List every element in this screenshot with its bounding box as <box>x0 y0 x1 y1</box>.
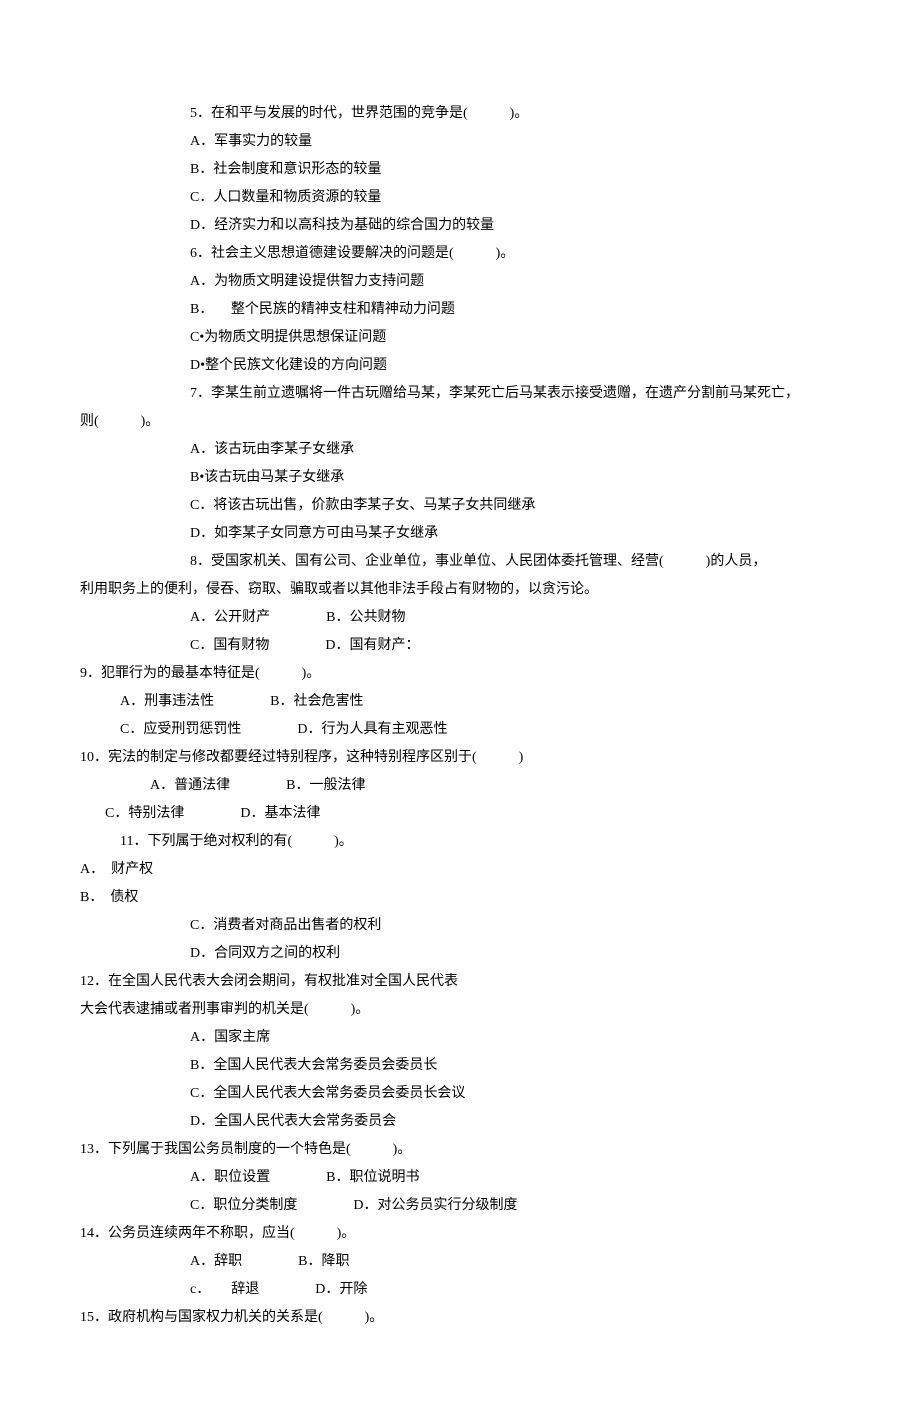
q14-stem: 14．公务员连续两年不称职，应当( )。 <box>80 1220 800 1248</box>
q12-option-c: C．全国人民代表大会常务委员会委员长会议 <box>80 1080 800 1108</box>
q10-options-cd: C．特别法律 D．基本法律 <box>80 800 800 828</box>
q7-option-a: A．该古玩由李某子女继承 <box>80 436 800 464</box>
q13-options-ab: A．职位设置 B．职位说明书 <box>80 1164 800 1192</box>
q12-option-b: B．全国人民代表大会常务委员会委员长 <box>80 1052 800 1080</box>
q11-option-a: A． 财产权 <box>80 856 800 884</box>
q11-option-d: D．合同双方之间的权利 <box>80 940 800 968</box>
q7-option-d: D．如李某子女同意方可由马某子女继承 <box>80 520 800 548</box>
q8-options-cd: C．国有财物 D．国有财产： <box>80 632 800 660</box>
q6-option-b: B． 整个民族的精神支柱和精神动力问题 <box>80 296 800 324</box>
q8-stem-line1: 8．受国家机关、国有公司、企业单位，事业单位、人民团体委托管理、经营( )的人员… <box>80 548 800 576</box>
q11-option-c: C．消费者对商品出售者的权利 <box>80 912 800 940</box>
q7-stem-line1: 7．李某生前立遗嘱将一件古玩赠给马某，李某死亡后马某表示接受遗赠，在遗产分割前马… <box>80 380 800 408</box>
q12-stem-line1: 12．在全国人民代表大会闭会期间，有权批准对全国人民代表 <box>80 968 800 996</box>
q13-options-cd: C．职位分类制度 D．对公务员实行分级制度 <box>80 1192 800 1220</box>
q9-options-cd: C．应受刑罚惩罚性 D．行为人具有主观恶性 <box>80 716 800 744</box>
q14-options-ab: A．辞职 B．降职 <box>80 1248 800 1276</box>
q5-option-b: B．社会制度和意识形态的较量 <box>80 156 800 184</box>
q8-stem-line2: 利用职务上的便利，侵吞、窃取、骗取或者以其他非法手段占有财物的，以贪污论。 <box>80 576 800 604</box>
q5-option-d: D．经济实力和以高科技为基础的综合国力的较量 <box>80 212 800 240</box>
q15-stem: 15．政府机构与国家权力机关的关系是( )。 <box>80 1304 800 1332</box>
q7-option-b: B•该古玩由马某子女继承 <box>80 464 800 492</box>
q7-option-c: C．将该古玩出售，价款由李某子女、马某子女共同继承 <box>80 492 800 520</box>
q10-stem: 10．宪法的制定与修改都要经过特别程序，这种特别程序区别于( ) <box>80 744 800 772</box>
q5-option-a: A．军事实力的较量 <box>80 128 800 156</box>
q6-option-d: D•整个民族文化建设的方向问题 <box>80 352 800 380</box>
q9-stem: 9．犯罪行为的最基本特征是( )。 <box>80 660 800 688</box>
q9-options-ab: A．刑事违法性 B．社会危害性 <box>80 688 800 716</box>
q12-option-a: A．国家主席 <box>80 1024 800 1052</box>
q12-stem-line2: 大会代表逮捕或者刑事审判的机关是( )。 <box>80 996 800 1024</box>
q10-options-ab: A．普通法律 B．一般法律 <box>80 772 800 800</box>
q5-option-c: C．人口数量和物质资源的较量 <box>80 184 800 212</box>
q12-option-d: D．全国人民代表大会常务委员会 <box>80 1108 800 1136</box>
q6-option-a: A．为物质文明建设提供智力支持问题 <box>80 268 800 296</box>
q11-option-b: B． 债权 <box>80 884 800 912</box>
q13-stem: 13．下列属于我国公务员制度的一个特色是( )。 <box>80 1136 800 1164</box>
q6-option-c: C•为物质文明提供思想保证问题 <box>80 324 800 352</box>
q6-stem: 6．社会主义思想道德建设要解决的问题是( )。 <box>80 240 800 268</box>
q8-options-ab: A．公开财产 B．公共财物 <box>80 604 800 632</box>
q14-options-cd: c． 辞退 D．开除 <box>80 1276 800 1304</box>
q5-stem: 5．在和平与发展的时代，世界范围的竞争是( )。 <box>80 100 800 128</box>
q7-stem-line2: 则( )。 <box>80 408 800 436</box>
q11-stem: 11．下列属于绝对权利的有( )。 <box>80 828 800 856</box>
